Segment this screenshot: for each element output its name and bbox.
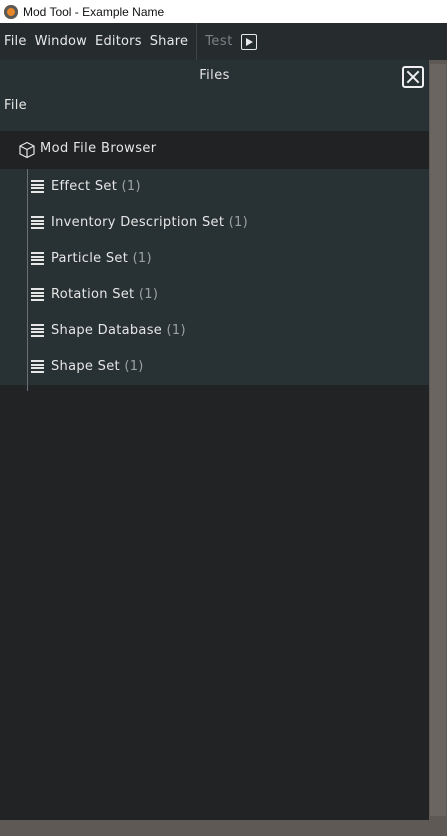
close-icon[interactable] [402, 66, 424, 88]
files-panel-header: Files File [0, 60, 429, 131]
menu-editors[interactable]: Editors [91, 34, 146, 49]
list-icon [31, 324, 44, 337]
scrollbar-thumb[interactable] [430, 64, 446, 816]
tree-item-label: Shape Set (1) [51, 359, 144, 374]
tree-item-effect-set[interactable]: Effect Set (1) [0, 169, 429, 205]
tree-item-label: Effect Set (1) [51, 179, 141, 194]
window-title: Mod Tool - Example Name [23, 4, 165, 19]
file-menu[interactable]: File [4, 98, 27, 113]
files-panel: Files File Mod File Browser Effect Set (… [0, 60, 429, 820]
tree-item-label: Rotation Set (1) [51, 287, 159, 302]
list-icon [31, 180, 44, 193]
menu-test[interactable]: Test [201, 34, 237, 49]
window-bottom-edge [0, 820, 447, 836]
window-titlebar: Mod Tool - Example Name [0, 0, 447, 23]
panel-title: Files [199, 68, 230, 83]
item-count: (1) [132, 251, 152, 266]
list-icon [31, 360, 44, 373]
tree-item-label: Shape Database (1) [51, 323, 186, 338]
item-count: (1) [228, 215, 249, 230]
tree-children: Effect Set (1) Inventory Description Set… [0, 169, 429, 385]
list-icon [31, 216, 44, 229]
tree-item-particle-set[interactable]: Particle Set (1) [0, 241, 429, 277]
tree-root-mod-file-browser[interactable]: Mod File Browser [0, 131, 429, 169]
item-count: (1) [121, 179, 141, 194]
tree-item-label: Particle Set (1) [51, 251, 152, 266]
tree-item-shape-set[interactable]: Shape Set (1) [0, 349, 429, 385]
item-count: (1) [124, 359, 144, 374]
menu-window[interactable]: Window [31, 34, 91, 49]
menu-share[interactable]: Share [146, 34, 193, 49]
tree-item-inventory-description-set[interactable]: Inventory Description Set (1) [0, 205, 429, 241]
cube-icon [19, 141, 35, 159]
tree-root-label: Mod File Browser [40, 141, 157, 156]
tree-item-rotation-set[interactable]: Rotation Set (1) [0, 277, 429, 313]
list-icon [31, 288, 44, 301]
play-icon [245, 37, 253, 46]
app-logo-icon [4, 4, 18, 19]
item-count: (1) [166, 323, 186, 338]
tree-guide-line [27, 169, 28, 391]
menu-bar: File Window Editors Share Test [0, 23, 447, 60]
menu-file[interactable]: File [0, 34, 31, 49]
menu-separator [196, 23, 198, 60]
play-button[interactable] [240, 33, 257, 50]
tree-item-shape-database[interactable]: Shape Database (1) [0, 313, 429, 349]
list-icon [31, 252, 44, 265]
tree-item-label: Inventory Description Set (1) [51, 215, 249, 230]
item-count: (1) [138, 287, 159, 302]
